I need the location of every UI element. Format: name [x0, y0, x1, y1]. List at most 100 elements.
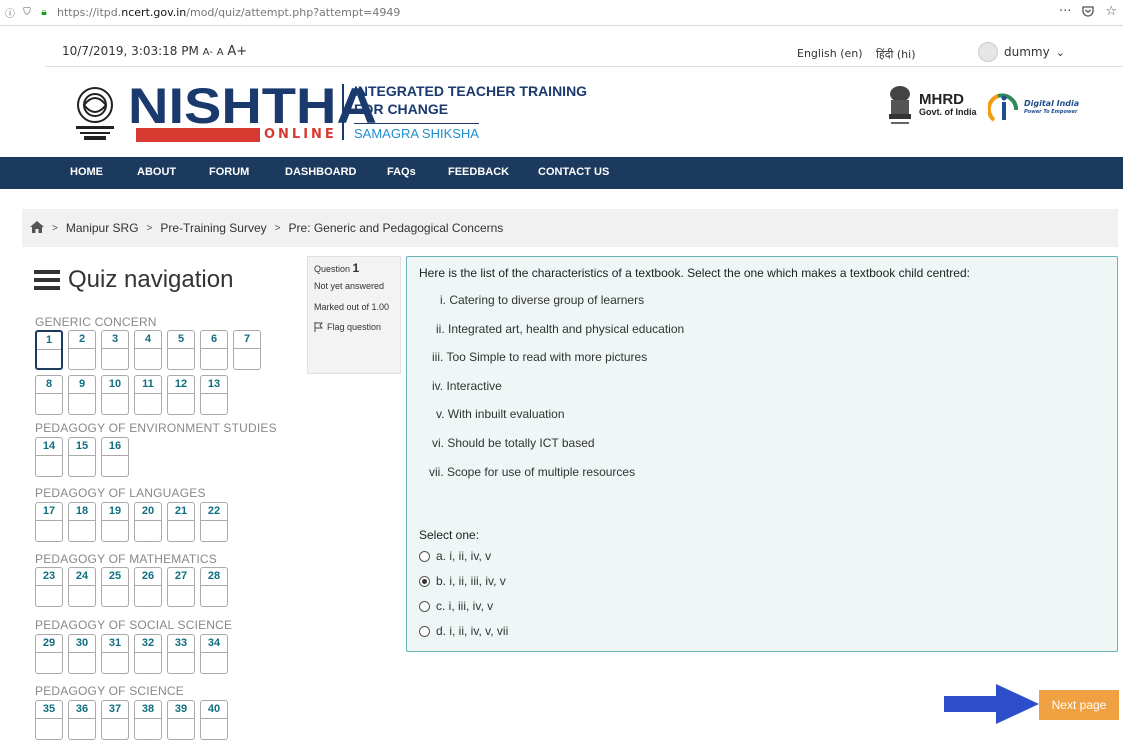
question-nav-number: 22	[201, 503, 227, 521]
radio-button[interactable]	[419, 625, 430, 637]
nav-dashboard[interactable]: DASHBOARD	[285, 166, 357, 178]
question-nav-button-5[interactable]: 5	[167, 330, 195, 370]
question-buttons-generic: 1 2 3 4 5 6 7 8 9 10 11 12 13	[35, 330, 270, 415]
question-nav-button-32[interactable]: 32	[134, 634, 162, 674]
question-nav-button-12[interactable]: 12	[167, 375, 195, 415]
digital-india-logo[interactable]: Digital India Power To Empower	[988, 90, 1079, 126]
question-nav-button-19[interactable]: 19	[101, 502, 129, 542]
section-label: PEDAGOGY OF SCIENCE	[35, 684, 184, 698]
hamburger-icon[interactable]	[34, 270, 60, 290]
question-nav-button-26[interactable]: 26	[134, 567, 162, 607]
answer-option-c[interactable]: c. i, iii, iv, v	[419, 599, 493, 613]
next-page-button[interactable]: Next page	[1039, 690, 1119, 720]
question-nav-button-14[interactable]: 14	[35, 437, 63, 477]
question-nav-button-1[interactable]: 1	[35, 330, 63, 370]
question-nav-button-15[interactable]: 15	[68, 437, 96, 477]
question-nav-button-28[interactable]: 28	[200, 567, 228, 607]
answer-label[interactable]: a. i, ii, iv, v	[436, 549, 491, 563]
answer-label[interactable]: d. i, ii, iv, v, vii	[436, 624, 508, 638]
question-nav-button-31[interactable]: 31	[101, 634, 129, 674]
question-nav-number: 25	[102, 568, 128, 586]
question-nav-button-21[interactable]: 21	[167, 502, 195, 542]
section-label: PEDAGOGY OF SOCIAL SCIENCE	[35, 618, 233, 632]
breadcrumb-item-manipur-srg[interactable]: Manipur SRG	[66, 221, 139, 235]
question-nav-button-2[interactable]: 2	[68, 330, 96, 370]
font-increase-button[interactable]: A+	[227, 44, 247, 59]
question-nav-button-17[interactable]: 17	[35, 502, 63, 542]
answer-label[interactable]: c. i, iii, iv, v	[436, 599, 493, 613]
statement-item: iii. Too Simple to read with more pictur…	[432, 350, 648, 364]
font-decrease-button[interactable]: A-	[203, 47, 213, 58]
mhrd-logo[interactable]: MHRD Govt. of India	[885, 84, 977, 128]
breadcrumb-item-pre-training-survey[interactable]: Pre-Training Survey	[160, 221, 266, 235]
question-nav-button-10[interactable]: 10	[101, 375, 129, 415]
nav-about[interactable]: ABOUT	[137, 166, 176, 178]
radio-button[interactable]	[419, 600, 430, 612]
question-nav-button-16[interactable]: 16	[101, 437, 129, 477]
nav-faqs[interactable]: FAQs	[387, 166, 416, 178]
question-nav-button-40[interactable]: 40	[200, 700, 228, 740]
question-nav-button-23[interactable]: 23	[35, 567, 63, 607]
statement-item: ii. Integrated art, health and physical …	[436, 322, 685, 336]
question-nav-button-6[interactable]: 6	[200, 330, 228, 370]
question-nav-button-36[interactable]: 36	[68, 700, 96, 740]
answer-option-a[interactable]: a. i, ii, iv, v	[419, 549, 491, 563]
font-normal-button[interactable]: A	[217, 47, 224, 58]
question-nav-button-8[interactable]: 8	[35, 375, 63, 415]
flag-question-button[interactable]: Flag question	[314, 322, 394, 332]
question-nav-button-20[interactable]: 20	[134, 502, 162, 542]
question-nav-number: 40	[201, 701, 227, 719]
question-nav-button-24[interactable]: 24	[68, 567, 96, 607]
nav-forum[interactable]: FORUM	[209, 166, 249, 178]
question-nav-button-9[interactable]: 9	[68, 375, 96, 415]
question-nav-button-33[interactable]: 33	[167, 634, 195, 674]
question-nav-button-25[interactable]: 25	[101, 567, 129, 607]
question-nav-button-18[interactable]: 18	[68, 502, 96, 542]
question-nav-button-39[interactable]: 39	[167, 700, 195, 740]
question-nav-number: 8	[36, 376, 62, 394]
nav-feedback[interactable]: FEEDBACK	[448, 166, 509, 178]
page-actions-menu-icon[interactable]: ···	[1059, 4, 1071, 22]
question-nav-button-11[interactable]: 11	[134, 375, 162, 415]
lang-english-link[interactable]: English (en)	[797, 47, 863, 60]
question-nav-button-29[interactable]: 29	[35, 634, 63, 674]
question-nav-button-7[interactable]: 7	[233, 330, 261, 370]
ncert-logo[interactable]	[72, 76, 118, 142]
question-nav-button-34[interactable]: 34	[200, 634, 228, 674]
home-icon[interactable]	[30, 220, 44, 236]
nav-contact-us[interactable]: CONTACT US	[538, 166, 609, 178]
answer-option-d[interactable]: d. i, ii, iv, v, vii	[419, 624, 508, 638]
url-field[interactable]: https://itpd.ncert.gov.in/mod/quiz/attem…	[57, 6, 400, 19]
digital-india-icon	[988, 93, 1018, 122]
lock-icon[interactable]: 🔒︎	[37, 6, 51, 20]
breadcrumb-item-current[interactable]: Pre: Generic and Pedagogical Concerns	[289, 221, 504, 235]
question-nav-button-38[interactable]: 38	[134, 700, 162, 740]
shield-icon[interactable]: ⛉	[20, 6, 34, 20]
question-nav-button-35[interactable]: 35	[35, 700, 63, 740]
pocket-icon[interactable]	[1081, 4, 1095, 22]
answer-label[interactable]: b. i, ii, iii, iv, v	[436, 574, 506, 588]
question-nav-button-30[interactable]: 30	[68, 634, 96, 674]
question-nav-button-27[interactable]: 27	[167, 567, 195, 607]
question-nav-button-4[interactable]: 4	[134, 330, 162, 370]
quiz-navigation-title: Quiz navigation	[34, 266, 233, 294]
question-nav-button-3[interactable]: 3	[101, 330, 129, 370]
star-icon[interactable]: ☆	[1105, 4, 1117, 22]
main-nav: HOME ABOUT FORUM DASHBOARD FAQs FEEDBACK…	[0, 157, 1123, 189]
radio-button[interactable]	[419, 550, 430, 562]
question-nav-number: 15	[69, 438, 95, 456]
section-label: PEDAGOGY OF LANGUAGES	[35, 486, 206, 500]
question-nav-button-13[interactable]: 13	[200, 375, 228, 415]
user-menu[interactable]: dummy ⌄	[978, 42, 1065, 62]
question-nav-button-22[interactable]: 22	[200, 502, 228, 542]
question-nav-button-37[interactable]: 37	[101, 700, 129, 740]
statement-item: v. With inbuilt evaluation	[436, 407, 565, 421]
lang-hindi-link[interactable]: हिंदी (hi)	[876, 47, 916, 62]
answer-option-b[interactable]: b. i, ii, iii, iv, v	[419, 574, 506, 588]
nav-home[interactable]: HOME	[70, 166, 103, 178]
radio-button-selected[interactable]	[419, 575, 430, 587]
question-nav-number: 1	[37, 332, 61, 350]
question-nav-number: 32	[135, 635, 161, 653]
site-title[interactable]: NISHTHA	[128, 78, 377, 134]
info-icon[interactable]: ⓘ	[3, 6, 17, 20]
